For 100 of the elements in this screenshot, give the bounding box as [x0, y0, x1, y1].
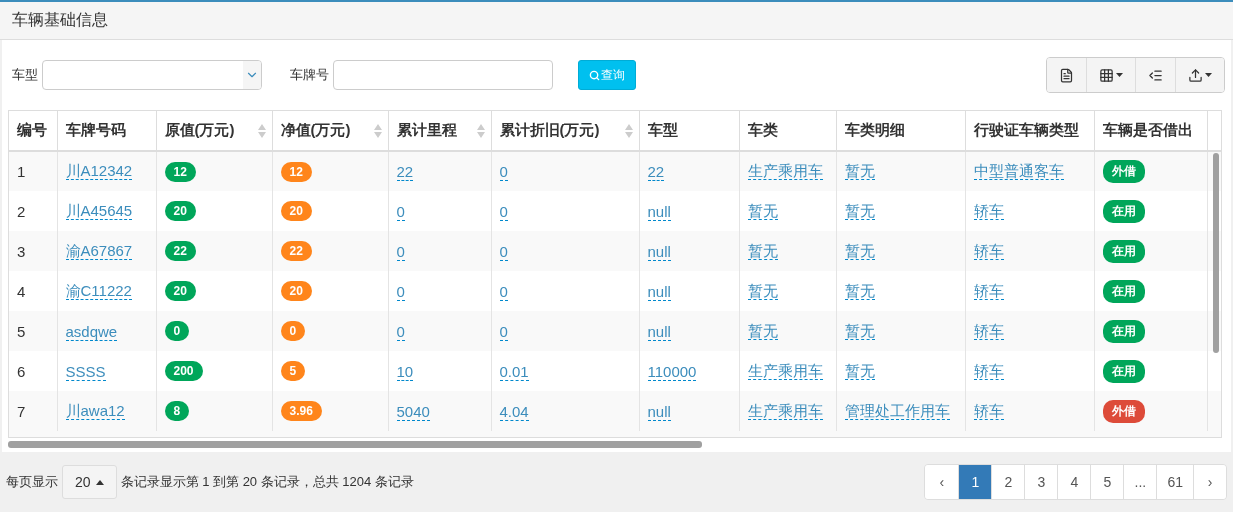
cell-link[interactable]: 0 [499, 322, 508, 341]
cell-link[interactable]: 轿车 [973, 401, 1004, 420]
value-badge: 3.96 [280, 401, 322, 421]
cell-link[interactable]: 0 [499, 242, 508, 261]
value-badge: 22 [280, 241, 312, 261]
page-button[interactable]: 3 [1024, 465, 1058, 499]
cell-link[interactable]: 生产乘用车 [747, 162, 823, 180]
value-badge: 20 [164, 201, 196, 221]
cell-link[interactable]: 0 [499, 163, 508, 181]
cell-link[interactable]: null [647, 202, 671, 221]
cell-link[interactable]: 0 [396, 242, 405, 261]
cell-link[interactable]: 渝C11222 [65, 281, 132, 300]
column-header[interactable]: 车类 [739, 111, 836, 151]
cell-link[interactable]: 川awa12 [65, 401, 125, 420]
vertical-scrollbar[interactable] [1213, 153, 1219, 353]
column-header[interactable]: 净值(万元) [272, 111, 388, 151]
cell-link[interactable]: 暂无 [747, 281, 778, 300]
per-page-label: 每页显示 [6, 473, 58, 491]
cell-link[interactable]: 生产乘用车 [747, 401, 823, 420]
cell-link[interactable]: 0 [499, 282, 508, 301]
column-header[interactable]: 原值(万元) [156, 111, 272, 151]
column-header[interactable]: 行驶证车辆类型 [965, 111, 1094, 151]
value-badge: 20 [280, 201, 312, 221]
cell-link[interactable]: 10 [396, 362, 414, 381]
page-button[interactable]: 4 [1057, 465, 1091, 499]
cell-link[interactable]: 渝A67867 [65, 241, 133, 260]
column-header[interactable]: 累计折旧(万元) [491, 111, 639, 151]
cell-link[interactable]: 生产乘用车 [747, 361, 823, 380]
toolbar-button[interactable] [1047, 58, 1086, 92]
plate-input[interactable] [333, 60, 553, 90]
cell-link[interactable]: 22 [396, 163, 414, 181]
cell-link[interactable]: asdqwe [65, 322, 118, 341]
cell-link[interactable]: 轿车 [973, 201, 1004, 220]
cell-link[interactable]: 暂无 [747, 241, 778, 260]
cell-link[interactable]: null [647, 402, 671, 421]
value-badge: 0 [164, 321, 190, 341]
cell-link[interactable]: 110000 [647, 362, 697, 381]
horizontal-scrollbar[interactable] [8, 440, 702, 448]
column-header[interactable]: 累计里程 [388, 111, 491, 151]
status-badge: 在用 [1102, 279, 1145, 303]
status-badge: 外借 [1102, 399, 1145, 423]
indent-icon [1148, 67, 1163, 83]
cell-link[interactable]: 暂无 [747, 321, 778, 340]
caret-icon [1205, 73, 1212, 77]
cell-link[interactable]: 暂无 [844, 162, 875, 180]
page-button[interactable]: 61 [1156, 465, 1193, 499]
cell-link[interactable]: null [647, 322, 671, 341]
cell-link[interactable]: null [647, 282, 671, 301]
page-size-dropdown[interactable]: 20 [62, 465, 117, 499]
status-badge: 外借 [1102, 160, 1145, 183]
cell-link[interactable]: 暂无 [844, 201, 875, 220]
value-badge: 200 [164, 361, 203, 381]
page-button[interactable]: 1 [958, 465, 992, 499]
search-button[interactable]: 查询 [578, 60, 636, 90]
cell-link[interactable]: 暂无 [844, 361, 875, 380]
page-button[interactable]: 5 [1090, 465, 1124, 499]
cell-link[interactable]: 暂无 [747, 201, 778, 220]
column-header[interactable]: 车牌号码 [57, 111, 156, 151]
list-icon [1059, 67, 1074, 83]
toolbar-button[interactable] [1175, 58, 1224, 92]
value-badge: 0 [280, 321, 306, 341]
cell-link[interactable]: 川A45645 [65, 201, 133, 220]
cell-link[interactable]: 暂无 [844, 321, 875, 340]
cell-link[interactable]: 暂无 [844, 281, 875, 300]
panel-title: 车辆基础信息 [0, 2, 1233, 40]
toolbar-button[interactable] [1086, 58, 1135, 92]
column-header[interactable]: 车辆是否借出 [1094, 111, 1207, 151]
cell-link[interactable]: 0 [396, 282, 405, 301]
page-button[interactable]: 2 [991, 465, 1025, 499]
next-page-button[interactable]: › [1193, 465, 1226, 499]
status-badge: 在用 [1102, 239, 1145, 263]
status-badge: 在用 [1102, 199, 1145, 223]
cell-link[interactable]: 0 [499, 202, 508, 221]
cell-link[interactable]: 0.01 [499, 362, 529, 381]
cell-link[interactable]: 中型普通客车 [973, 162, 1064, 180]
cell-link[interactable]: 川A12342 [65, 162, 133, 180]
prev-page-button[interactable]: ‹ [925, 465, 959, 499]
column-header[interactable]: 车类明细 [836, 111, 965, 151]
cell-link[interactable]: 暂无 [844, 241, 875, 260]
cell-link[interactable]: 管理处工作用车 [844, 401, 950, 420]
field-label: 车牌号 [290, 66, 329, 84]
column-header[interactable]: 编号 [9, 111, 57, 151]
records-summary: 条记录显示第 1 到第 20 条记录，总共 1204 条记录 [120, 473, 414, 491]
cell-link[interactable]: 5040 [396, 402, 430, 421]
cell-link[interactable]: 轿车 [973, 321, 1004, 340]
column-header[interactable]: 车型 [639, 111, 739, 151]
field-label: 车型 [12, 66, 38, 84]
cell-link[interactable]: 轿车 [973, 361, 1004, 380]
cell-link[interactable]: 4.04 [499, 402, 529, 421]
cell-link[interactable]: 轿车 [973, 281, 1004, 300]
cell-link[interactable]: 0 [396, 202, 405, 221]
cell-link[interactable]: 0 [396, 322, 405, 341]
grid-icon [1099, 67, 1114, 83]
page-button[interactable]: ... [1123, 465, 1157, 499]
cell-link[interactable]: null [647, 242, 671, 261]
value-badge: 5 [280, 361, 306, 381]
cell-link[interactable]: 轿车 [973, 241, 1004, 260]
status-badge: 在用 [1102, 319, 1145, 343]
cell-link[interactable]: 22 [647, 163, 665, 181]
cell-link[interactable]: SSSS [65, 362, 106, 381]
